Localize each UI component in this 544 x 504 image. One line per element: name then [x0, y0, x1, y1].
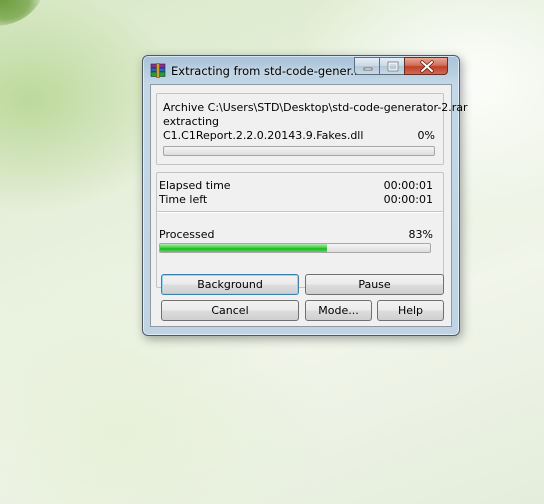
pause-button[interactable]: Pause — [305, 274, 444, 295]
time-left-value: 00:00:01 — [383, 193, 433, 206]
file-percent: 0% — [417, 129, 435, 142]
minimize-button[interactable] — [354, 57, 380, 75]
dialog-client-area: Archive C:\Users\STD\Desktop\std-code-ge… — [150, 84, 468, 327]
background-leaf — [0, 0, 46, 37]
mode-button[interactable]: Mode... — [305, 300, 372, 321]
archive-info-group: Archive C:\Users\STD\Desktop\std-code-ge… — [156, 93, 468, 165]
total-progress-fill — [160, 244, 328, 252]
window-title: Extracting from std-code-gener... — [171, 64, 361, 78]
elapsed-time-value: 00:00:01 — [383, 179, 433, 192]
close-icon — [420, 60, 434, 73]
total-progress-bar — [159, 243, 431, 253]
maximize-button[interactable] — [379, 57, 405, 75]
elapsed-time-label: Elapsed time — [159, 179, 231, 192]
progress-group: Elapsed time 00:00:01 Time left 00:00:01… — [156, 172, 444, 288]
time-left-label: Time left — [159, 193, 208, 206]
divider — [157, 211, 443, 213]
help-button[interactable]: Help — [377, 300, 444, 321]
winrar-books-icon — [150, 63, 166, 78]
current-file-name: C1.C1Report.2.2.0.20143.9.Fakes.dll — [163, 129, 364, 142]
extraction-dialog: Extracting from std-code-gener... Archiv… — [142, 55, 468, 336]
action-label: extracting — [163, 115, 220, 128]
archive-path: Archive C:\Users\STD\Desktop\std-code-ge… — [163, 101, 468, 114]
minimize-icon — [363, 67, 373, 71]
processed-percent: 83% — [408, 228, 433, 241]
title-bar[interactable]: Extracting from std-code-gener... — [143, 56, 459, 84]
processed-label: Processed — [159, 228, 215, 241]
close-button[interactable] — [404, 57, 448, 75]
maximize-icon — [387, 61, 399, 72]
cancel-button[interactable]: Cancel — [161, 300, 299, 321]
background-button[interactable]: Background — [161, 274, 299, 295]
file-progress-bar — [163, 146, 435, 156]
